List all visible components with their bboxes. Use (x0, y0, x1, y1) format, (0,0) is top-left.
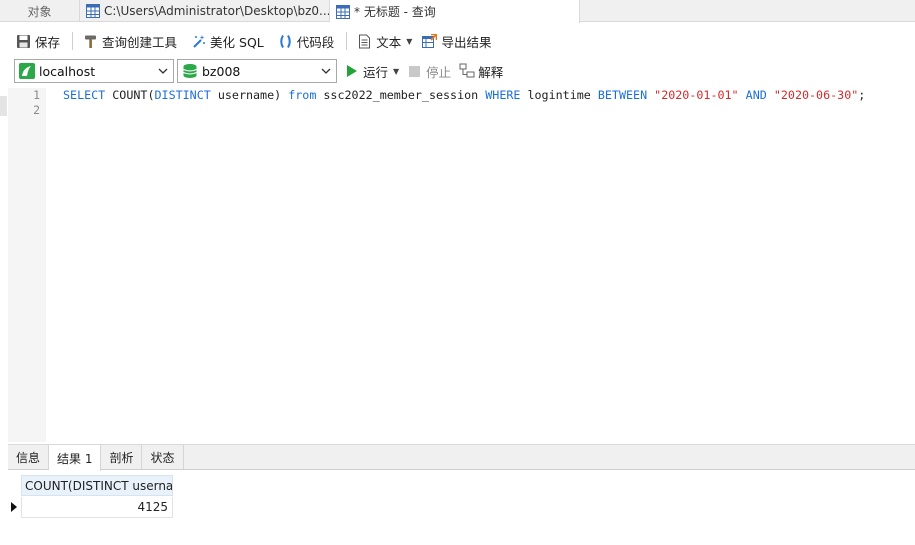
tab-profile-label: 剖析 (109, 450, 134, 465)
tab-result-1-label: 结果 1 (57, 451, 93, 466)
connection-icon (19, 63, 35, 79)
query-builder-label: 查询创建工具 (102, 34, 178, 50)
line-number: 2 (33, 103, 40, 117)
line-number-gutter (8, 88, 46, 442)
database-icon (183, 64, 197, 78)
tab-query-label: * 无标题 - 查询 (354, 5, 436, 19)
column-username: username) (210, 88, 289, 102)
current-row-indicator-icon (11, 502, 17, 512)
tab-file-label: C:\Users\Administrator\Desktop\bz0... (104, 4, 330, 18)
connection-select[interactable]: localhost (14, 59, 174, 83)
code-snippet-label: 代码段 (296, 34, 335, 50)
magic-wand-icon (193, 34, 206, 48)
stop-icon (409, 65, 421, 77)
explain-icon (459, 63, 475, 78)
tab-file[interactable]: C:\Users\Administrator\Desktop\bz0... (80, 0, 330, 22)
stop-label: 停止 (426, 64, 452, 80)
explain-label: 解释 (478, 64, 504, 80)
hammer-icon (85, 35, 97, 48)
tab-query[interactable]: * 无标题 - 查询 (330, 0, 580, 23)
chevron-down-icon (321, 68, 331, 74)
explain-button[interactable]: 解释 (459, 62, 503, 81)
run-label: 运行 (363, 64, 389, 80)
toolbar-divider (72, 32, 74, 50)
tab-info-label: 信息 (16, 450, 41, 465)
database-value: bz008 (202, 63, 241, 79)
line-number: 1 (33, 88, 40, 102)
query-toolbar: 保存 查询创建工具 美化 SQL 代码段 文本 ▼ 导出结果 (0, 28, 495, 54)
keyword-where: WHERE (485, 88, 521, 102)
text-button[interactable]: 文本 ▼ (353, 29, 416, 53)
play-icon (347, 65, 357, 77)
string-end-date: "2020-06-30" (773, 88, 859, 102)
stop-button[interactable]: 停止 (409, 62, 451, 81)
tab-objects-label: 对象 (27, 4, 52, 19)
save-label: 保存 (35, 34, 61, 50)
tab-objects[interactable]: 对象 (0, 0, 80, 22)
column-header[interactable]: COUNT(DISTINCT userna (21, 475, 173, 496)
query-table-icon (336, 4, 350, 19)
text-label: 文本 (376, 34, 402, 50)
code-snippet-button[interactable]: 代码段 (274, 29, 339, 53)
export-results-button[interactable]: 导出结果 (418, 29, 495, 53)
export-icon (422, 33, 438, 48)
table-cell[interactable]: 4125 (21, 497, 173, 518)
keyword-from: from (288, 88, 317, 102)
save-button[interactable]: 保存 (12, 29, 64, 53)
table-icon (86, 4, 100, 18)
beautify-sql-label: 美化 SQL (210, 34, 264, 50)
tab-profile[interactable]: 剖析 (101, 445, 143, 469)
chevron-down-icon (158, 68, 168, 74)
result-tabs: 信息 结果 1 剖析 状态 (8, 445, 915, 471)
run-button[interactable]: 运行 ▼ (347, 62, 399, 81)
export-results-label: 导出结果 (441, 34, 492, 50)
query-builder-button[interactable]: 查询创建工具 (79, 29, 181, 53)
document-icon (359, 34, 371, 48)
tab-bar: 对象 C:\Users\Administrator\Desktop\bz0...… (0, 0, 915, 23)
tab-result-1[interactable]: 结果 1 (49, 445, 102, 471)
keyword-select: SELECT (63, 88, 106, 102)
keyword-between: BETWEEN (597, 88, 648, 102)
sql-editor[interactable]: 1 2 SELECT COUNT(DISTINCT username) from… (0, 88, 915, 442)
column-logintime: logintime (520, 88, 598, 102)
connection-value: localhost (39, 63, 96, 79)
tab-status-label: 状态 (150, 450, 175, 465)
database-select[interactable]: bz008 (177, 59, 337, 83)
keyword-distinct: DISTINCT (154, 88, 211, 102)
editor-margin-marker (0, 96, 7, 116)
semicolon: ; (858, 88, 866, 102)
tab-info[interactable]: 信息 (8, 445, 50, 469)
function-count: COUNT( (105, 88, 155, 102)
string-start-date: "2020-01-01" (654, 88, 739, 102)
tab-status[interactable]: 状态 (142, 445, 184, 469)
keyword-and: AND (745, 88, 767, 102)
save-icon (17, 34, 30, 48)
beautify-sql-button[interactable]: 美化 SQL (187, 29, 268, 53)
sql-code-line[interactable]: SELECT COUNT(DISTINCT username) from ssc… (63, 88, 865, 103)
table-name: ssc2022_member_session (316, 88, 486, 102)
dropdown-caret-icon: ▼ (406, 36, 413, 46)
toolbar-divider (346, 32, 348, 50)
dropdown-caret-icon[interactable]: ▼ (393, 67, 399, 76)
results-panel: 信息 结果 1 剖析 状态 COUNT(DISTINCT userna 4125 (8, 444, 915, 545)
parentheses-icon (280, 34, 291, 48)
connection-toolbar: localhost bz008 运行 ▼ 停止 解释 (0, 58, 503, 84)
